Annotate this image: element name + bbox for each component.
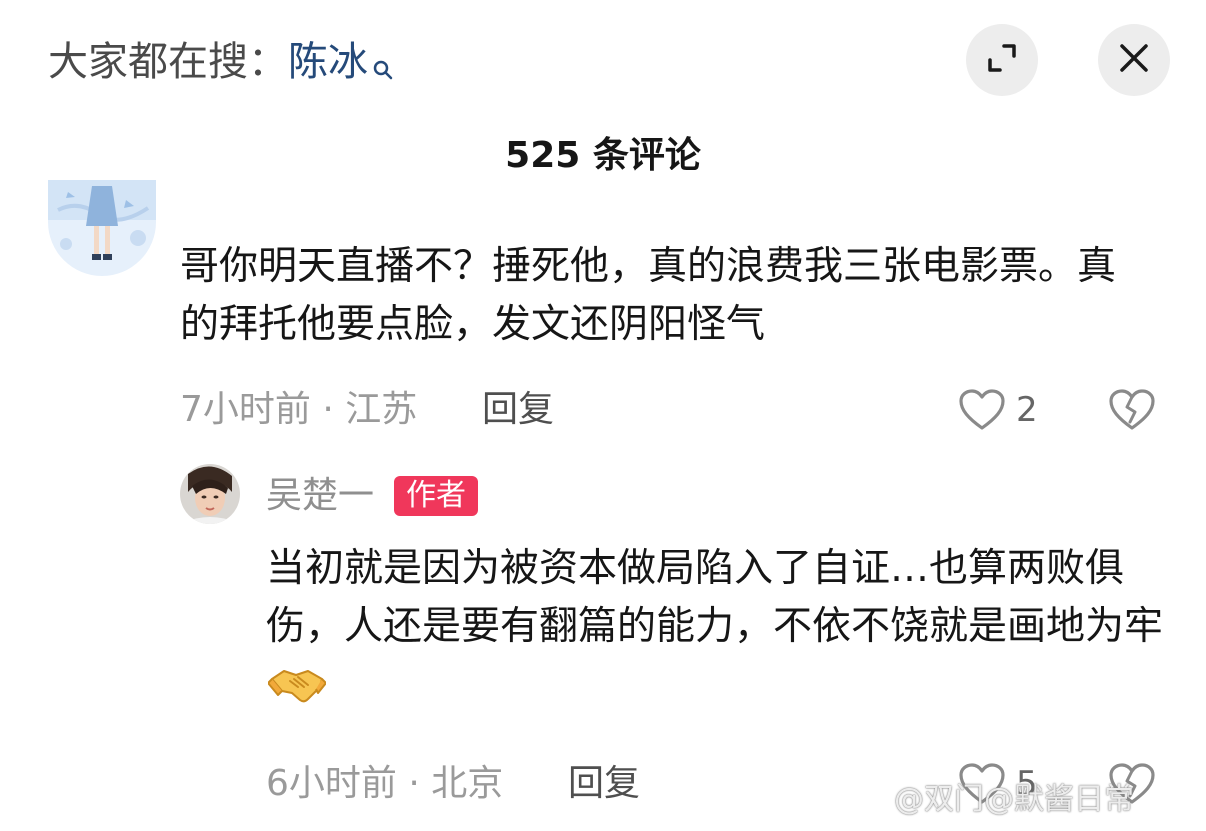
watermark: @双门@默酱日常: [894, 782, 1134, 817]
close-button[interactable]: [1098, 24, 1170, 96]
comment-text: 哥你明天直播不？捶死他，真的浪费我三张电影票。真的拜托他要点脸，发文还阴阳怪气: [180, 244, 1117, 347]
reply-meta: 6小时前 · 北京: [266, 763, 504, 804]
like-count: 2: [1016, 390, 1038, 430]
comment-meta: 7小时前 · 江苏: [180, 389, 418, 430]
author-badge: 作者: [394, 476, 478, 516]
expand-button[interactable]: [966, 24, 1038, 96]
reply-text: 当初就是因为被资本做局陷入了自证…也算两败俱伤，人还是要有翻篇的能力，不依不饶就…: [266, 540, 1166, 714]
search-suggestion[interactable]: 大家都在搜： 陈冰: [48, 36, 394, 88]
reply-button[interactable]: 回复: [482, 388, 554, 432]
handshake-icon: [267, 664, 327, 704]
search-icon: [372, 42, 394, 80]
broken-heart-icon[interactable]: [1108, 388, 1156, 432]
search-suggestion-term[interactable]: 陈冰: [288, 36, 368, 88]
search-suggestion-prefix: 大家都在搜：: [48, 39, 288, 85]
heart-icon[interactable]: [958, 388, 1006, 432]
avatar[interactable]: [180, 464, 240, 524]
comments-panel: 大家都在搜： 陈冰 525 条评论 哥你明天直播不？捶死他，真的浪费我三张电影票…: [0, 0, 1206, 831]
avatar[interactable]: [48, 180, 156, 276]
reply-button[interactable]: 回复: [568, 762, 640, 806]
comments-count-title: 525 条评论: [505, 135, 701, 176]
reply-text-content: 当初就是因为被资本做局陷入了自证…也算两败俱伤，人还是要有翻篇的能力，不依不饶就…: [266, 546, 1164, 649]
expand-icon: [985, 41, 1019, 79]
close-icon: [1118, 42, 1150, 78]
reply-author-name[interactable]: 吴楚一: [266, 474, 374, 518]
